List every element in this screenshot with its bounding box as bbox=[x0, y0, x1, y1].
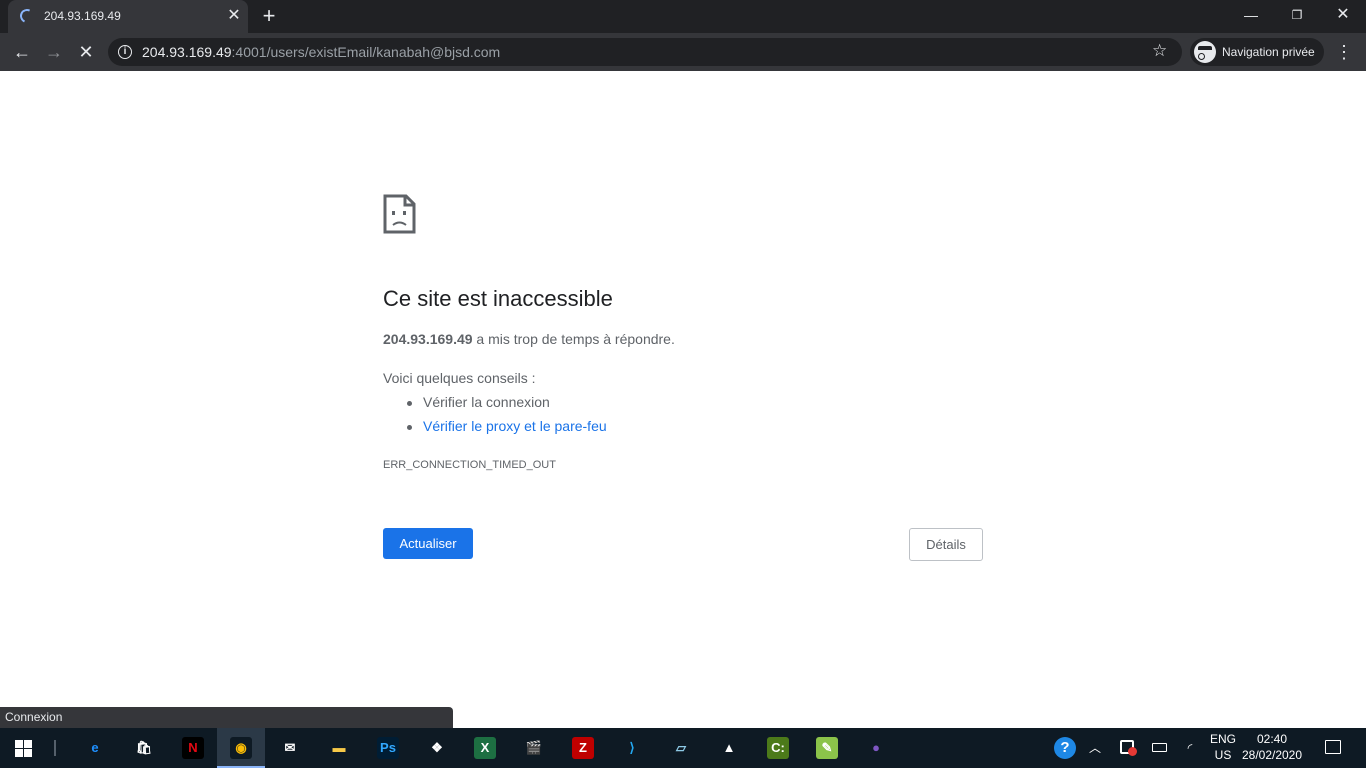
taskbar-file-explorer-button[interactable]: ▬ bbox=[315, 728, 363, 768]
reload-button[interactable]: Actualiser bbox=[383, 528, 473, 559]
url-host: 204.93.169.49 bbox=[142, 44, 232, 60]
tips-title: Voici quelques conseils : bbox=[383, 370, 536, 386]
file-explorer-icon: ▬ bbox=[328, 737, 350, 759]
wifi-icon[interactable]: ◜ bbox=[1180, 728, 1200, 768]
taskbar-chrome-button[interactable]: ◉ bbox=[217, 728, 265, 768]
photoshop-icon: Ps bbox=[377, 737, 399, 759]
status-bubble: Connexion bbox=[0, 707, 453, 728]
incognito-icon bbox=[1194, 41, 1216, 63]
notes-icon: ▱ bbox=[670, 737, 692, 759]
clock-time: 02:40 bbox=[1256, 732, 1288, 746]
clock[interactable]: 02:40 28/02/2020 bbox=[1240, 731, 1304, 763]
filezilla-icon: Z bbox=[572, 737, 594, 759]
windows-taskbar: e 🛍 N ◉ ✉ ▬ Ps ❖ X 🎬 Z ⟩ ▱ ▲ C: ✎ ● ? ︿ ◜ ENG US 02:40 2… bbox=[0, 728, 1366, 768]
taskbar-notes-button[interactable]: ▱ bbox=[657, 728, 705, 768]
dropbox-icon: ❖ bbox=[426, 737, 448, 759]
mail-icon: ✉ bbox=[279, 737, 301, 759]
tip-check-proxy-link[interactable]: Vérifier le proxy et le pare-feu bbox=[407, 418, 607, 434]
back-button[interactable]: ← bbox=[10, 40, 34, 64]
taskbar-store-button[interactable]: 🛍 bbox=[120, 728, 168, 768]
close-window-button[interactable]: ✕ bbox=[1320, 0, 1366, 30]
language-region: US bbox=[1214, 748, 1232, 762]
taskbar-separator bbox=[54, 740, 56, 756]
details-button[interactable]: Détails bbox=[909, 528, 983, 561]
error-host: 204.93.169.49 bbox=[383, 331, 473, 347]
tab-title: 204.93.169.49 bbox=[44, 9, 121, 23]
address-bar[interactable]: i 204.93.169.49:4001/users/existEmail/ka… bbox=[108, 38, 1182, 66]
restore-button[interactable]: ❐ bbox=[1274, 0, 1320, 30]
error-description: 204.93.169.49 a mis trop de temps à répo… bbox=[383, 331, 675, 347]
taskbar-excel-button[interactable]: X bbox=[461, 728, 509, 768]
taskbar-netflix-button[interactable]: N bbox=[169, 728, 217, 768]
clapper-icon: 🎬 bbox=[523, 737, 545, 759]
tip-check-connection: Vérifier la connexion bbox=[407, 394, 550, 410]
vscode-icon: ⟩ bbox=[621, 737, 643, 759]
notifications-icon[interactable] bbox=[1318, 728, 1348, 768]
tray-chevron-icon[interactable]: ︿ bbox=[1086, 728, 1104, 768]
error-page: Ce site est inaccessible 204.93.169.49 a… bbox=[0, 71, 1366, 728]
excel-icon: X bbox=[474, 737, 496, 759]
new-tab-button[interactable]: + bbox=[258, 5, 280, 27]
address-url[interactable]: 204.93.169.49:4001/users/existEmail/kana… bbox=[142, 44, 500, 60]
notepad-plus-icon: ✎ bbox=[816, 737, 838, 759]
error-title: Ce site est inaccessible bbox=[383, 286, 613, 311]
incognito-label: Navigation privée bbox=[1222, 45, 1315, 59]
url-path: :4001/users/existEmail/kanabah@bjsd.com bbox=[231, 44, 501, 60]
error-code: ERR_CONNECTION_TIMED_OUT bbox=[383, 459, 556, 471]
taskbar-clapper-button[interactable]: 🎬 bbox=[510, 728, 558, 768]
store-icon: 🛍 bbox=[133, 737, 155, 759]
tab-active[interactable]: 204.93.169.49 ✕ bbox=[8, 0, 248, 33]
site-info-icon[interactable]: i bbox=[118, 45, 132, 59]
browser-titlebar: 204.93.169.49 ✕ + — ❐ ✕ bbox=[0, 0, 1366, 33]
loading-spinner-icon bbox=[18, 7, 36, 25]
taskbar-notepad-plus-button[interactable]: ✎ bbox=[803, 728, 851, 768]
bookmark-star-icon[interactable]: ☆ bbox=[1152, 41, 1167, 61]
edge-icon: e bbox=[84, 737, 106, 759]
battery-icon[interactable] bbox=[1150, 728, 1170, 768]
taskbar-terminal-button[interactable]: C: bbox=[754, 728, 802, 768]
stop-loading-button[interactable]: ✕ bbox=[74, 40, 98, 64]
incognito-badge[interactable]: Navigation privée bbox=[1190, 38, 1324, 66]
chrome-icon: ◉ bbox=[230, 737, 252, 759]
tray-network-alert-icon[interactable] bbox=[1116, 728, 1138, 768]
photos-icon: ▲ bbox=[718, 737, 740, 759]
netflix-icon: N bbox=[182, 737, 204, 759]
forward-button[interactable]: → bbox=[42, 40, 66, 64]
language-code: ENG bbox=[1209, 732, 1236, 746]
clock-date: 28/02/2020 bbox=[1241, 748, 1303, 762]
tor-icon: ● bbox=[865, 737, 887, 759]
taskbar-dropbox-button[interactable]: ❖ bbox=[413, 728, 461, 768]
sad-page-icon bbox=[383, 194, 416, 234]
minimize-button[interactable]: — bbox=[1228, 0, 1274, 30]
taskbar-tor-button[interactable]: ● bbox=[852, 728, 900, 768]
browser-menu-icon[interactable]: ⋮ bbox=[1334, 40, 1354, 64]
taskbar-photos-button[interactable]: ▲ bbox=[705, 728, 753, 768]
taskbar-mail-button[interactable]: ✉ bbox=[266, 728, 314, 768]
browser-toolbar: ← → ✕ i 204.93.169.49:4001/users/existEm… bbox=[0, 33, 1366, 71]
language-indicator[interactable]: ENG US bbox=[1206, 731, 1240, 763]
taskbar-filezilla-button[interactable]: Z bbox=[559, 728, 607, 768]
tab-close-icon[interactable]: ✕ bbox=[224, 6, 244, 26]
windows-start-icon[interactable] bbox=[15, 740, 32, 757]
taskbar-vscode-button[interactable]: ⟩ bbox=[608, 728, 656, 768]
terminal-icon: C: bbox=[767, 737, 789, 759]
taskbar-photoshop-button[interactable]: Ps bbox=[364, 728, 412, 768]
error-description-text: a mis trop de temps à répondre. bbox=[472, 331, 675, 347]
taskbar-edge-button[interactable]: e bbox=[71, 728, 119, 768]
help-icon[interactable]: ? bbox=[1052, 728, 1076, 768]
